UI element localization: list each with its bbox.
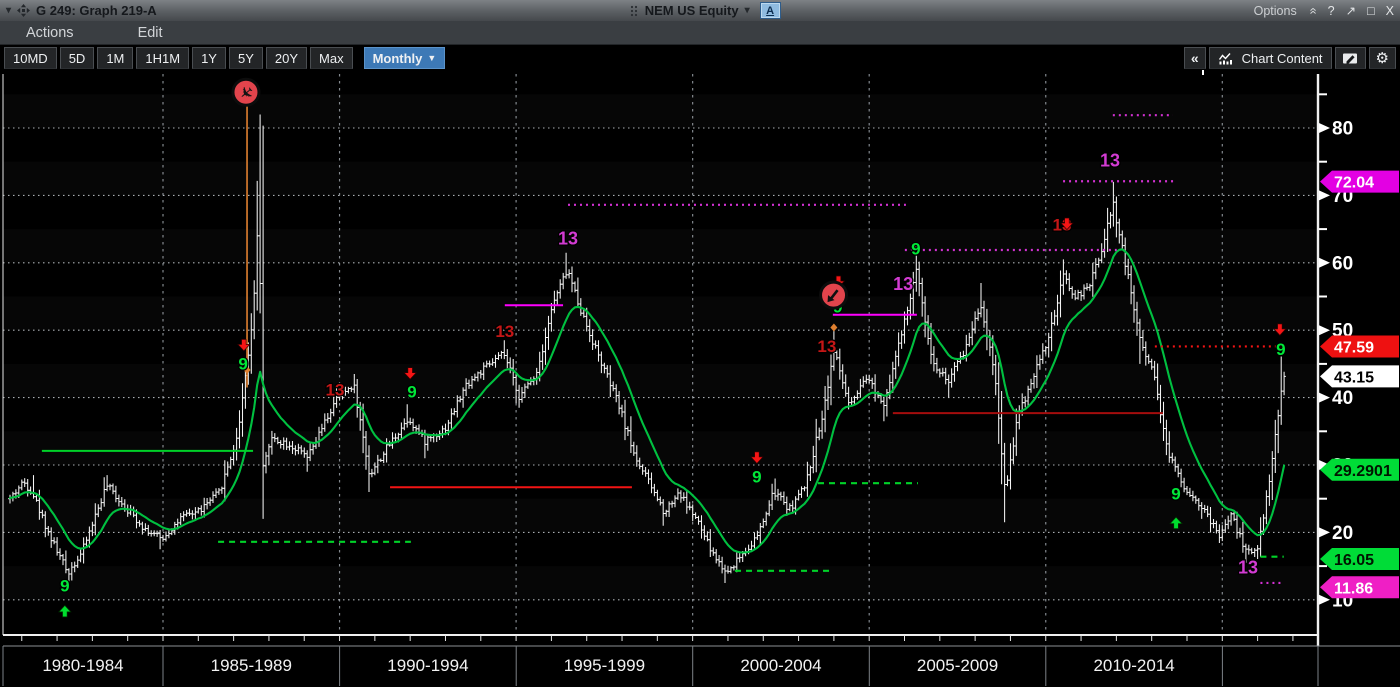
svg-text:9: 9	[238, 354, 247, 373]
svg-text:13: 13	[817, 337, 836, 356]
line-and-bars-icon	[1218, 52, 1235, 65]
chart-content-button[interactable]: Chart Content	[1209, 47, 1332, 69]
drag-grip-icon[interactable]	[630, 5, 639, 17]
window-title: G 249: Graph 219-A	[36, 3, 157, 18]
bloomberg-chart-window: ▾ G 249: Graph 219-A NEM US Equity ▾ A O…	[0, 0, 1400, 687]
toolbar: 10MD 5D 1M 1H1M 1Y 5Y 20Y Max Monthly ▼ …	[0, 45, 1400, 71]
svg-text:16.05: 16.05	[1334, 552, 1374, 569]
chart-area: 999999991313131313131313✈807060504030201…	[0, 70, 1400, 687]
price-badge: 72.04	[1320, 171, 1399, 193]
range-button-10md[interactable]: 10MD	[4, 47, 57, 69]
collapse-toolbar-button[interactable]: «	[1184, 47, 1206, 69]
svg-text:43.15: 43.15	[1334, 369, 1374, 386]
svg-text:11.86: 11.86	[1334, 580, 1373, 597]
svg-text:1990-1994: 1990-1994	[387, 656, 468, 675]
edit-note-button[interactable]	[1335, 47, 1366, 69]
background-bands	[3, 94, 1318, 600]
svg-text:1980-1984: 1980-1984	[42, 656, 123, 675]
price-chart-canvas[interactable]: 999999991313131313131313✈807060504030201…	[0, 70, 1400, 687]
range-button-max[interactable]: Max	[310, 47, 353, 69]
range-button-1m[interactable]: 1M	[97, 47, 133, 69]
edit-note-icon	[1342, 52, 1359, 65]
svg-text:72.04: 72.04	[1334, 175, 1374, 192]
chart-content-label: Chart Content	[1242, 51, 1323, 66]
period-dropdown-label: Monthly	[373, 51, 423, 66]
svg-text:47.59: 47.59	[1334, 339, 1374, 356]
svg-text:13: 13	[1238, 558, 1258, 578]
descent-arrow-stamp-icon	[821, 282, 847, 308]
move-icon[interactable]	[17, 4, 30, 17]
price-badge: 16.05	[1320, 548, 1399, 570]
svg-text:60: 60	[1332, 253, 1353, 274]
collapse-panel-icon[interactable]: «	[1306, 7, 1320, 14]
svg-text:9: 9	[407, 383, 416, 402]
gridlines	[3, 74, 1318, 635]
svg-text:13: 13	[495, 322, 514, 341]
svg-text:13: 13	[558, 229, 578, 249]
settings-button[interactable]: ⚙	[1369, 47, 1396, 69]
svg-text:13: 13	[1100, 150, 1120, 170]
range-button-1h1m[interactable]: 1H1M	[136, 47, 189, 69]
price-badge: 11.86	[1320, 576, 1399, 598]
range-button-1y[interactable]: 1Y	[192, 47, 226, 69]
price-badge: 47.59	[1320, 335, 1399, 357]
svg-text:29.2901: 29.2901	[1334, 463, 1392, 480]
menu-edit[interactable]: Edit	[124, 25, 177, 41]
plane-stamp-icon: ✈	[233, 79, 259, 105]
close-icon[interactable]: X	[1386, 4, 1394, 18]
period-dropdown[interactable]: Monthly ▼	[364, 47, 446, 69]
price-badge: 43.15	[1320, 365, 1399, 387]
svg-text:80: 80	[1332, 119, 1353, 140]
price-badge: 29.2901	[1320, 459, 1399, 481]
popout-icon[interactable]: ↗	[1346, 3, 1356, 18]
svg-text:40: 40	[1332, 388, 1353, 409]
options-menu[interactable]: Options	[1254, 4, 1297, 18]
maximize-icon[interactable]: □	[1367, 4, 1375, 18]
svg-text:9: 9	[1276, 340, 1285, 359]
menu-actions[interactable]: Actions	[12, 25, 88, 41]
menubar: Actions Edit	[0, 21, 1400, 45]
svg-text:2005-2009: 2005-2009	[917, 656, 998, 675]
gear-icon: ⚙	[1376, 49, 1389, 67]
help-icon[interactable]: ?	[1328, 4, 1335, 18]
x-axis: 1980-1984 1985-1989 1990-1994 1995-1999 2000…	[3, 635, 1400, 686]
titlebar: ▾ G 249: Graph 219-A NEM US Equity ▾ A O…	[0, 0, 1400, 21]
range-button-20y[interactable]: 20Y	[266, 47, 307, 69]
axes-frame	[3, 70, 1318, 646]
svg-text:20: 20	[1332, 523, 1353, 544]
svg-text:1985-1989: 1985-1989	[211, 656, 292, 675]
range-button-5y[interactable]: 5Y	[229, 47, 263, 69]
svg-text:13: 13	[893, 274, 913, 294]
svg-text:9: 9	[752, 468, 761, 487]
svg-text:13: 13	[325, 381, 344, 400]
svg-text:1995-1999: 1995-1999	[564, 656, 645, 675]
security-ticker[interactable]: NEM US Equity	[645, 3, 739, 18]
svg-text:2010-2014: 2010-2014	[1093, 656, 1174, 675]
security-caret-icon[interactable]: ▾	[745, 5, 750, 16]
range-button-5d[interactable]: 5D	[60, 47, 95, 69]
chevron-down-icon: ▼	[427, 53, 436, 63]
svg-text:9: 9	[911, 240, 920, 259]
annotation-toggle-button[interactable]: A	[760, 2, 781, 19]
window-menu-caret-icon[interactable]: ▾	[6, 5, 11, 16]
svg-text:9: 9	[1171, 484, 1180, 503]
svg-text:9: 9	[60, 577, 69, 596]
svg-text:2000-2004: 2000-2004	[740, 656, 821, 675]
